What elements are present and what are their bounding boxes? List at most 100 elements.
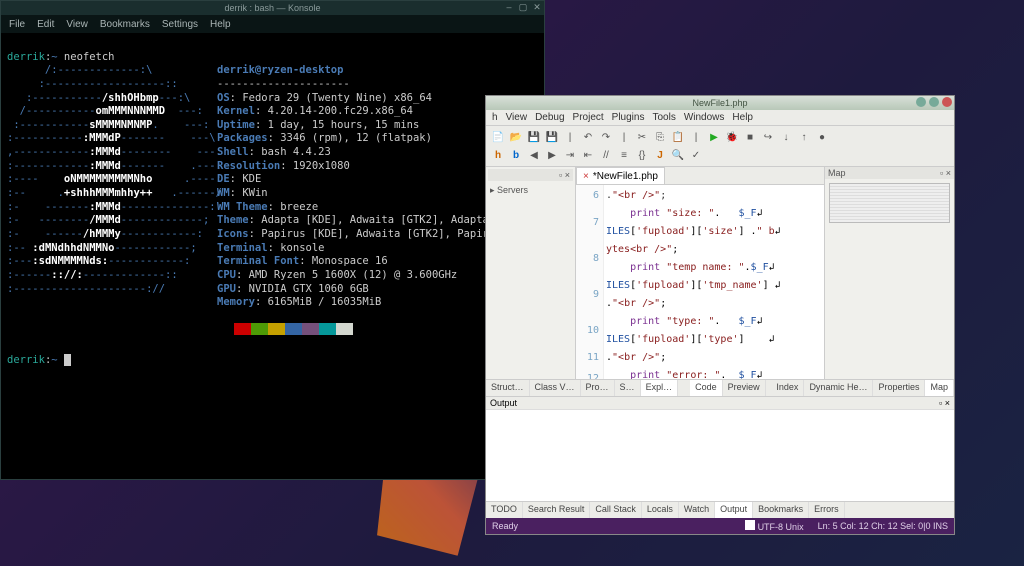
tab-structure[interactable]: Struct…	[486, 380, 530, 396]
indent-icon[interactable]: ⇥	[562, 147, 578, 163]
menu-view[interactable]: View	[506, 112, 528, 123]
menu-help[interactable]: Help	[210, 19, 231, 30]
j-icon[interactable]: J	[652, 147, 668, 163]
brackets-icon[interactable]: {}	[634, 147, 650, 163]
menu-file[interactable]: File	[9, 19, 25, 30]
ide-panel-tabs-upper: Struct… Class V… Pro… S… Expl… Code Prev…	[486, 379, 954, 396]
minimize-icon[interactable]	[916, 97, 926, 107]
paste-icon[interactable]: 📋	[670, 129, 686, 145]
ide-titlebar[interactable]: NewFile1.php	[486, 96, 954, 110]
close-icon[interactable]: ✕	[532, 2, 542, 12]
sep-icon: |	[562, 129, 578, 145]
redo-icon[interactable]: ↷	[598, 129, 614, 145]
menu-edit[interactable]: Edit	[37, 19, 54, 30]
code-editor[interactable]: 6 7 8 9 10 11 12 13 14 ."<br />"; print …	[576, 185, 824, 379]
tab-map[interactable]: Map	[925, 380, 954, 396]
tab-errors[interactable]: Errors	[809, 502, 845, 518]
code-area[interactable]: ."<br />"; print "size: ". $_F↲ ILES['fu…	[604, 185, 824, 379]
neofetch-info: derrik@ryzen-desktop -------------------…	[217, 64, 527, 340]
run-icon[interactable]: ▶	[706, 129, 722, 145]
breakpoint-icon[interactable]: ●	[814, 129, 830, 145]
minimize-icon[interactable]: –	[504, 2, 514, 12]
tab-s[interactable]: S…	[615, 380, 641, 396]
bold-icon[interactable]: b	[508, 147, 524, 163]
tab-dynamic[interactable]: Dynamic He…	[804, 380, 873, 396]
tab-search[interactable]: Search Result	[523, 502, 591, 518]
tab-code[interactable]: Code	[690, 380, 723, 396]
tab-classview[interactable]: Class V…	[530, 380, 581, 396]
minimap[interactable]	[829, 183, 950, 223]
menu-windows[interactable]: Windows	[684, 112, 725, 123]
menu-view[interactable]: View	[66, 19, 88, 30]
ide-left-panel: ▫ × ▸ Servers	[486, 167, 576, 379]
menu-bookmarks[interactable]: Bookmarks	[100, 19, 150, 30]
cut-icon[interactable]: ✂	[634, 129, 650, 145]
menu-help[interactable]: Help	[732, 112, 753, 123]
step-out-icon[interactable]: ↑	[796, 129, 812, 145]
step-in-icon[interactable]: ↓	[778, 129, 794, 145]
servers-row[interactable]: ▸ Servers	[488, 183, 573, 198]
tab-explorer[interactable]: Expl…	[641, 380, 679, 396]
tab-pro[interactable]: Pro…	[581, 380, 615, 396]
close-icon[interactable]	[942, 97, 952, 107]
panel-close-icon[interactable]: ▫ ×	[940, 168, 951, 178]
checkbox-icon[interactable]	[745, 520, 755, 530]
open-icon[interactable]: 📂	[508, 129, 524, 145]
php-tag-icon[interactable]: h	[490, 147, 506, 163]
tab-preview[interactable]: Preview	[723, 380, 766, 396]
sep-icon: |	[688, 129, 704, 145]
tab-bookmarks[interactable]: Bookmarks	[753, 502, 809, 518]
prompt-path: ~	[51, 51, 57, 63]
tab-newfile[interactable]: ×*NewFile1.php	[576, 167, 665, 184]
tab-callstack[interactable]: Call Stack	[590, 502, 642, 518]
status-encoding: UTF-8 Unix	[745, 520, 804, 532]
comment-icon[interactable]: //	[598, 147, 614, 163]
panel-close-icon[interactable]: ▫ ×	[559, 170, 570, 180]
menu-h[interactable]: h	[492, 112, 498, 123]
terminal-title: derrik : bash — Konsole	[224, 3, 320, 13]
find-icon[interactable]: 🔍	[670, 147, 686, 163]
terminal-titlebar[interactable]: derrik : bash — Konsole – ▢ ✕	[1, 1, 544, 15]
output-area: Output ▫ ×	[486, 396, 954, 501]
panel-close-icon[interactable]: ▫ ×	[939, 398, 950, 408]
maximize-icon[interactable]	[929, 97, 939, 107]
menu-debug[interactable]: Debug	[535, 112, 564, 123]
outdent-icon[interactable]: ⇤	[580, 147, 596, 163]
save-icon[interactable]: 💾	[526, 129, 542, 145]
status-ready: Ready	[492, 521, 518, 531]
sep-icon: |	[616, 129, 632, 145]
tab-todo[interactable]: TODO	[486, 502, 523, 518]
tab-watch[interactable]: Watch	[679, 502, 715, 518]
menu-tools[interactable]: Tools	[652, 112, 675, 123]
format-icon[interactable]: ≡	[616, 147, 632, 163]
nav-fwd-icon[interactable]: ▶	[544, 147, 560, 163]
tab-properties[interactable]: Properties	[873, 380, 925, 396]
tab-index[interactable]: Index	[771, 380, 804, 396]
ide-title: NewFile1.php	[692, 98, 747, 108]
tab-locals[interactable]: Locals	[642, 502, 679, 518]
map-label: Map	[828, 168, 846, 178]
debug-icon[interactable]: 🐞	[724, 129, 740, 145]
menu-project[interactable]: Project	[573, 112, 604, 123]
terminal-menubar: File Edit View Bookmarks Settings Help	[1, 15, 544, 33]
output-label: Output	[490, 398, 517, 408]
nav-back-icon[interactable]: ◀	[526, 147, 542, 163]
ide-window: NewFile1.php h View Debug Project Plugin…	[485, 95, 955, 535]
tab-close-icon[interactable]: ×	[583, 171, 589, 182]
stop-icon[interactable]: ■	[742, 129, 758, 145]
save-all-icon[interactable]: 💾	[544, 129, 560, 145]
ide-menubar: h View Debug Project Plugins Tools Windo…	[486, 110, 954, 126]
undo-icon[interactable]: ↶	[580, 129, 596, 145]
new-file-icon[interactable]: 📄	[490, 129, 506, 145]
menu-settings[interactable]: Settings	[162, 19, 198, 30]
status-position: Ln: 5 Col: 12 Ch: 12 Sel: 0|0 INS	[818, 521, 948, 531]
menu-plugins[interactable]: Plugins	[612, 112, 645, 123]
command-text: neofetch	[64, 51, 115, 63]
terminal-body[interactable]: derrik:~ neofetch /:-------------:\ :---…	[1, 33, 544, 385]
validate-icon[interactable]: ✓	[688, 147, 704, 163]
editor-tabs: ×*NewFile1.php	[576, 167, 824, 185]
tab-output[interactable]: Output	[715, 502, 753, 518]
maximize-icon[interactable]: ▢	[518, 2, 528, 12]
copy-icon[interactable]: ⎘	[652, 129, 668, 145]
step-over-icon[interactable]: ↪	[760, 129, 776, 145]
